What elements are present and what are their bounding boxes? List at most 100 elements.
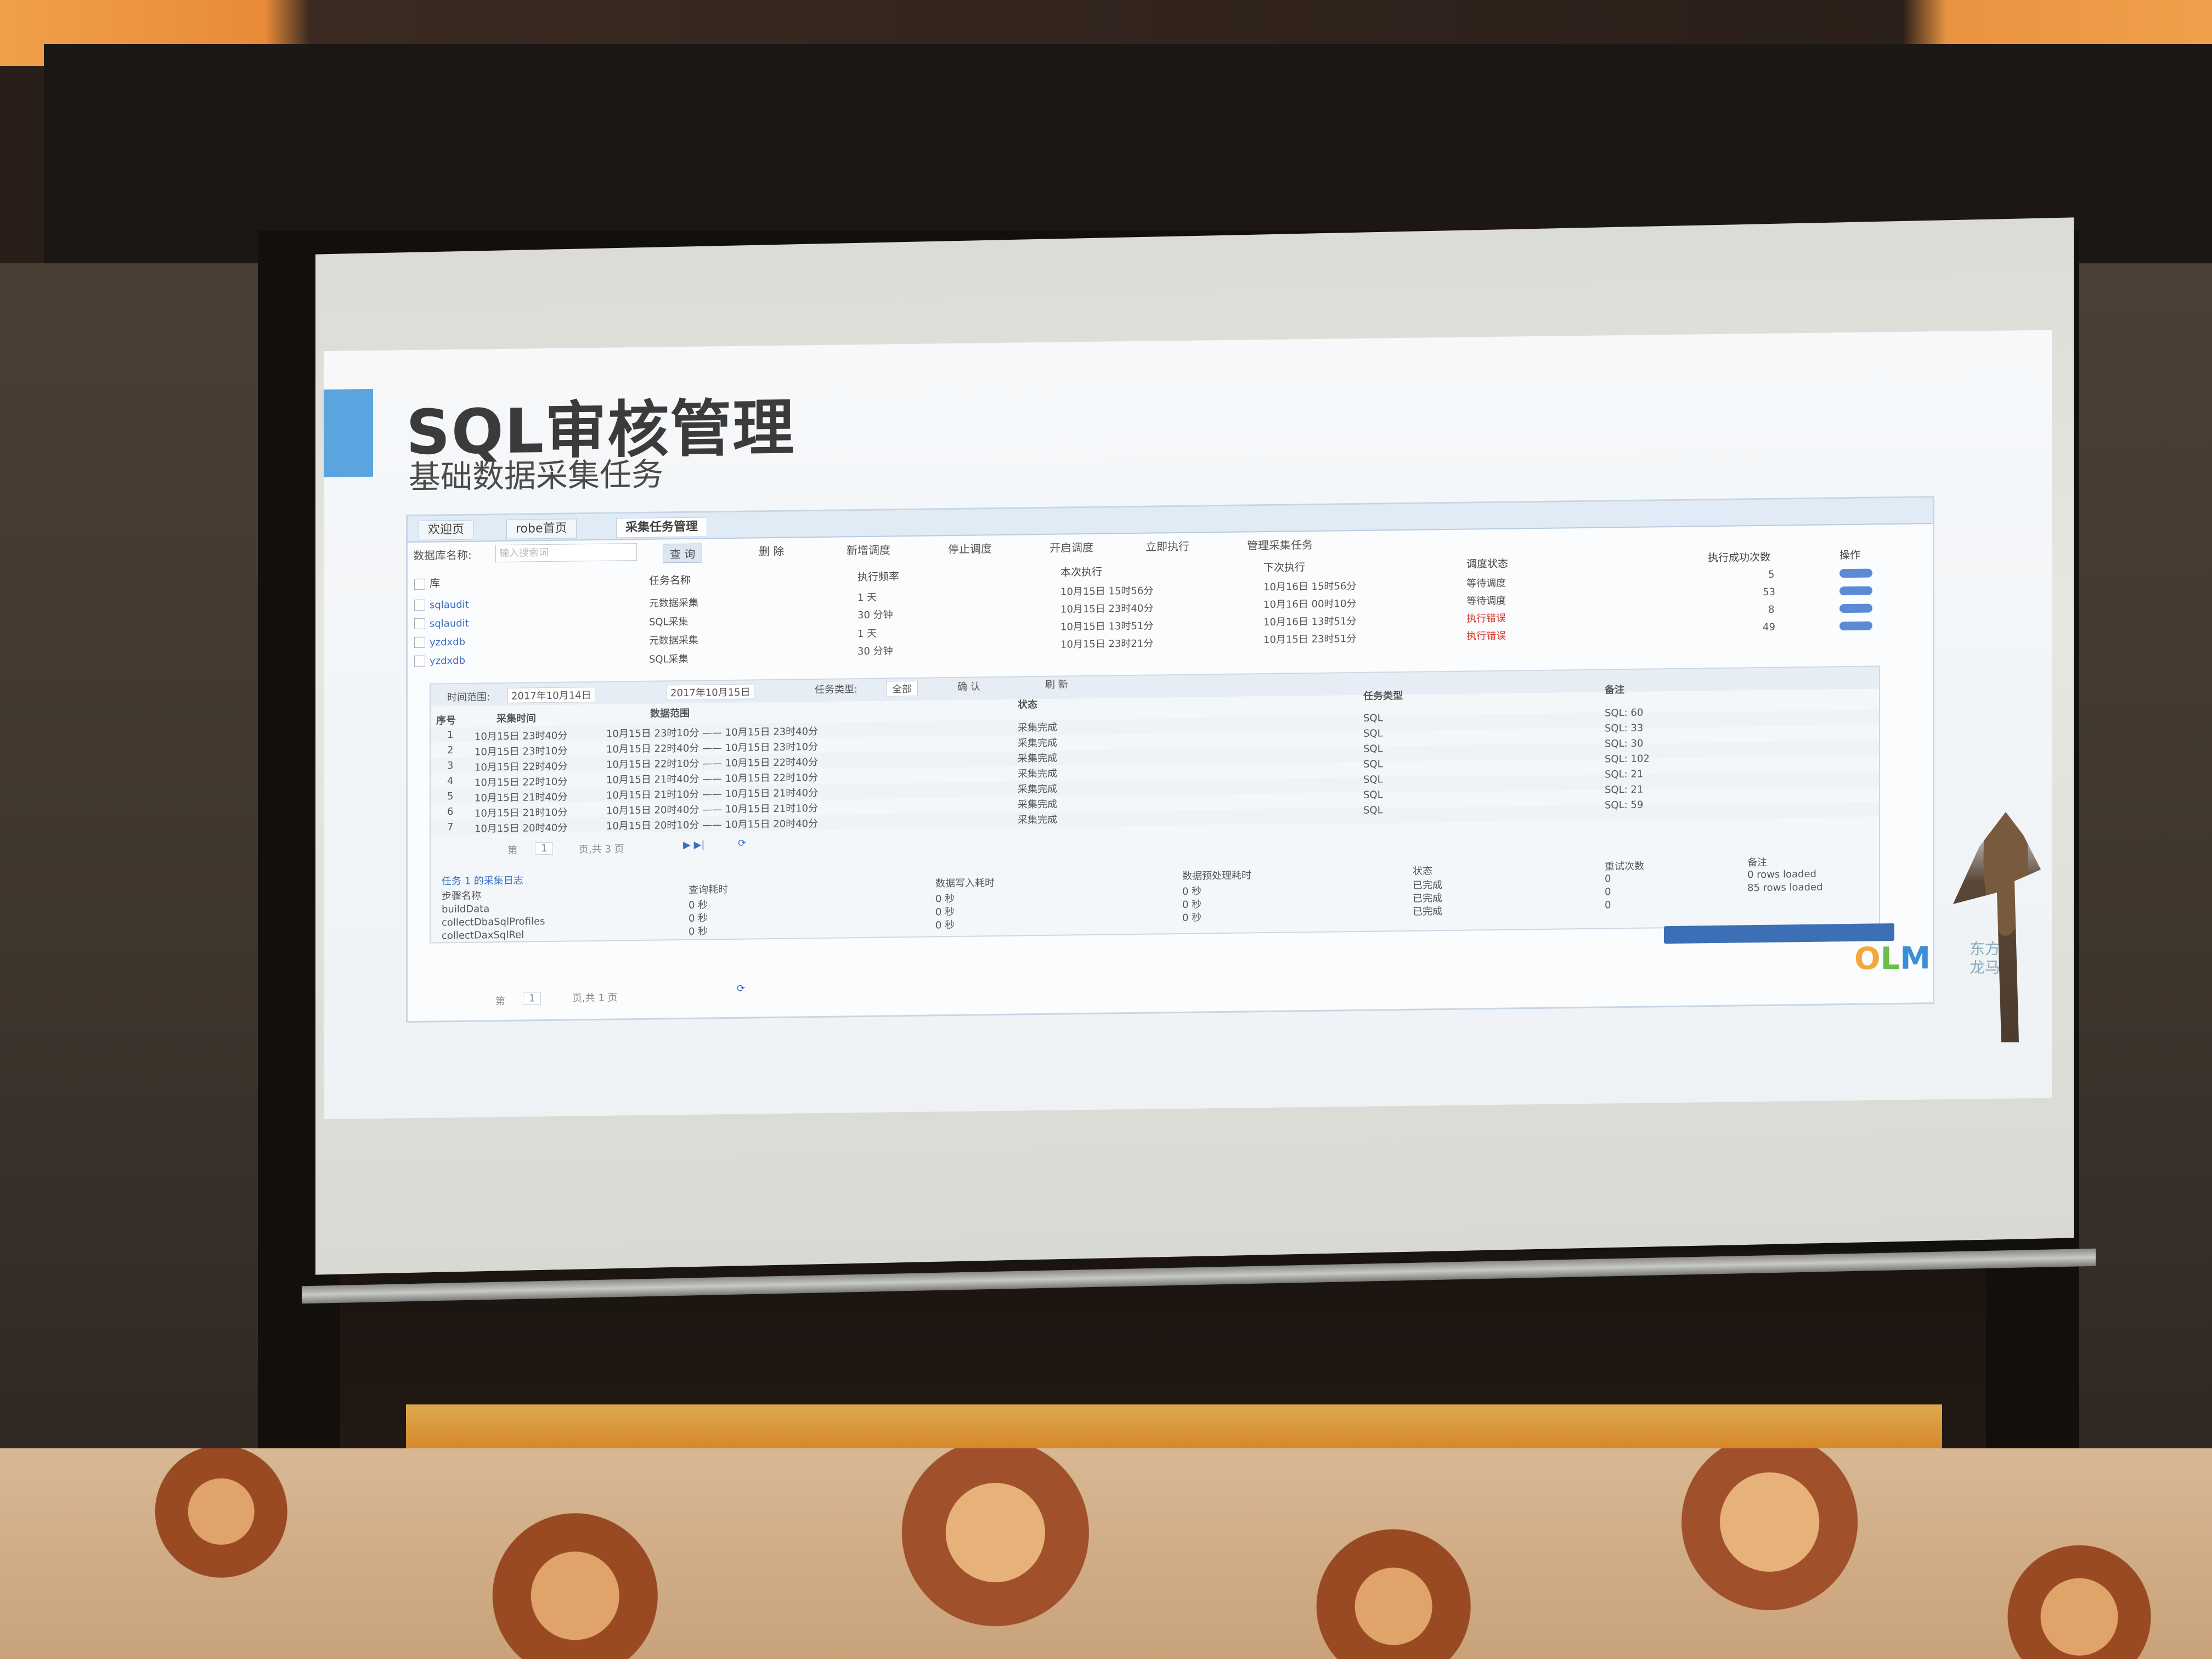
row-success: 8 bbox=[1768, 603, 1775, 616]
edit-button[interactable] bbox=[1839, 603, 1872, 613]
logo-sub-line-2: 龙马 bbox=[1970, 958, 2001, 977]
row-status: 采集完成 bbox=[1018, 752, 1057, 765]
manage-tasks-button[interactable]: 管理采集任务 bbox=[1247, 536, 1313, 552]
confirm-button[interactable]: 确 认 bbox=[957, 679, 980, 693]
tab-robe-home[interactable]: robe首页 bbox=[506, 518, 577, 539]
row-db-link[interactable]: sqlaudit bbox=[430, 618, 469, 630]
row-status: 采集完成 bbox=[1018, 737, 1057, 749]
logo-sub-line-1: 东方 bbox=[1970, 939, 2001, 958]
row-checkbox[interactable] bbox=[414, 599, 425, 611]
pager-page-input[interactable]: 1 bbox=[535, 842, 554, 855]
step-write-time: 0 秒 bbox=[935, 906, 955, 918]
row-note: SQL: 102 bbox=[1605, 753, 1650, 765]
col-note: 备注 bbox=[1605, 684, 1624, 696]
step-prep-time: 0 秒 bbox=[1182, 885, 1202, 898]
row-type: SQL bbox=[1363, 804, 1383, 816]
add-schedule-button[interactable]: 新增调度 bbox=[847, 541, 890, 557]
row-index: 5 bbox=[447, 791, 454, 803]
slide-subtitle: 基础数据采集任务 bbox=[409, 455, 664, 496]
row-status: 采集完成 bbox=[1018, 783, 1057, 795]
stop-schedule-button[interactable]: 停止调度 bbox=[948, 540, 992, 556]
row-checkbox[interactable] bbox=[414, 655, 425, 667]
olm-logo: OLM bbox=[1854, 940, 1931, 977]
row-db-link[interactable]: yzdxdb bbox=[430, 655, 465, 667]
row-freq: 1 天 bbox=[857, 591, 877, 604]
select-all-checkbox[interactable] bbox=[414, 578, 425, 590]
step-retry: 0 bbox=[1605, 886, 1611, 898]
refresh-button[interactable]: 刷 新 bbox=[1045, 676, 1068, 691]
col-task-type: 任务类型 bbox=[1363, 690, 1403, 702]
bottom-pager-total: 页,共 1 页 bbox=[572, 992, 618, 1005]
row-type: SQL bbox=[1363, 727, 1383, 740]
row-index: 2 bbox=[447, 744, 454, 757]
row-checkbox[interactable] bbox=[414, 618, 425, 629]
date-from-input[interactable]: 2017年10月14日 bbox=[507, 686, 595, 703]
edit-button[interactable] bbox=[1839, 586, 1872, 596]
pager-label: 第 bbox=[507, 844, 517, 856]
row-db-link[interactable]: sqlaudit bbox=[430, 599, 469, 611]
left-wall bbox=[0, 263, 274, 1459]
row-status: 执行错误 bbox=[1466, 630, 1506, 642]
row-db-link[interactable]: yzdxdb bbox=[430, 636, 465, 648]
tab-collect-tasks[interactable]: 采集任务管理 bbox=[616, 517, 708, 538]
status-bar bbox=[1664, 923, 1894, 944]
row-checkbox[interactable] bbox=[414, 636, 425, 648]
task-type-select[interactable]: 全部 bbox=[886, 680, 918, 697]
row-index: 4 bbox=[447, 775, 454, 787]
edit-button[interactable] bbox=[1839, 621, 1872, 631]
col-next-run: 下次执行 bbox=[1263, 561, 1306, 574]
col-state: 状态 bbox=[1018, 699, 1037, 711]
row-type: SQL bbox=[1363, 789, 1383, 801]
col-db: 库 bbox=[430, 577, 441, 590]
next-page-icon[interactable]: ▶ ▶| bbox=[683, 839, 704, 851]
bottom-refresh-icon[interactable]: ⟳ bbox=[737, 983, 745, 995]
row-index: 3 bbox=[447, 760, 454, 772]
col-schedule-status: 调度状态 bbox=[1466, 557, 1509, 571]
bottom-pager-label: 第 bbox=[495, 995, 505, 1008]
delete-button[interactable]: 删 除 bbox=[759, 543, 784, 559]
col-this-run: 本次执行 bbox=[1060, 566, 1103, 579]
step-write-time: 0 秒 bbox=[935, 919, 955, 932]
edit-button[interactable] bbox=[1839, 568, 1872, 578]
row-next-run: 10月16日 15时56分 bbox=[1263, 580, 1357, 594]
col-step-name: 步骤名称 bbox=[442, 890, 481, 902]
row-index: 7 bbox=[447, 821, 454, 833]
col-step-note: 备注 bbox=[1747, 856, 1767, 869]
row-index: 1 bbox=[447, 729, 454, 741]
col-index: 序号 bbox=[436, 715, 456, 727]
row-status: 等待调度 bbox=[1466, 595, 1506, 607]
step-name: collectDaxSqlRel bbox=[442, 929, 524, 942]
row-success: 5 bbox=[1768, 568, 1775, 580]
row-this-run: 10月15日 23时21分 bbox=[1060, 637, 1154, 651]
col-actions: 操作 bbox=[1839, 549, 1861, 562]
carpet bbox=[0, 1448, 2212, 1659]
run-now-button[interactable]: 立即执行 bbox=[1146, 538, 1189, 554]
step-note: 0 rows loaded bbox=[1747, 868, 1816, 881]
row-status: 采集完成 bbox=[1018, 768, 1057, 780]
tab-welcome[interactable]: 欢迎页 bbox=[419, 520, 474, 540]
row-status: 等待调度 bbox=[1466, 577, 1506, 590]
row-type: SQL bbox=[1363, 743, 1383, 755]
row-next-run: 10月15日 23时51分 bbox=[1263, 633, 1357, 646]
row-status: 采集完成 bbox=[1018, 721, 1057, 734]
col-write-time: 数据写入耗时 bbox=[935, 877, 995, 890]
row-freq: 30 分钟 bbox=[857, 645, 893, 658]
row-time: 10月15日 20时40分 bbox=[475, 822, 568, 835]
row-note: SQL: 33 bbox=[1605, 722, 1644, 735]
bottom-pager-input[interactable]: 1 bbox=[523, 992, 541, 1005]
title-accent-bar bbox=[324, 388, 373, 477]
date-to-input[interactable]: 2017年10月15日 bbox=[667, 684, 754, 701]
search-input[interactable]: 输入搜索词 bbox=[495, 543, 637, 563]
query-button[interactable]: 查 询 bbox=[663, 543, 703, 563]
col-step-state: 状态 bbox=[1413, 865, 1432, 877]
row-note: SQL: 30 bbox=[1605, 737, 1644, 750]
row-this-run: 10月15日 15时56分 bbox=[1060, 585, 1154, 598]
refresh-icon[interactable]: ⟳ bbox=[738, 838, 746, 849]
col-data-range: 数据范围 bbox=[650, 707, 690, 720]
step-note: 85 rows loaded bbox=[1747, 881, 1823, 894]
step-write-time: 0 秒 bbox=[935, 893, 955, 905]
db-name-label: 数据库名称: bbox=[413, 548, 472, 563]
row-this-run: 10月15日 23时40分 bbox=[1060, 602, 1154, 616]
col-frequency: 执行频率 bbox=[857, 571, 900, 584]
start-schedule-button[interactable]: 开启调度 bbox=[1049, 539, 1093, 555]
